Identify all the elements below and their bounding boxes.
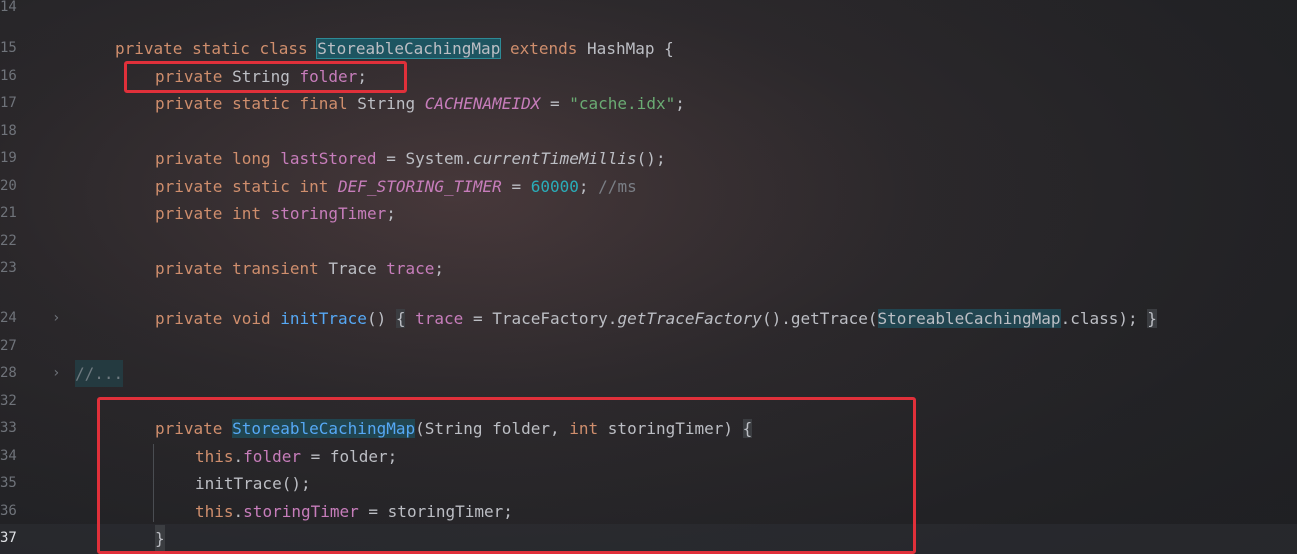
code-line-23: 23 private transient Trace trace; — [0, 255, 1297, 282]
code-line-21: 21 private int storingTimer; — [0, 200, 1297, 227]
code-line-15: 15 private static class StoreableCaching… — [0, 35, 1297, 62]
code-line-27: 27 — [0, 333, 1297, 360]
code-line-24: 24 › private void initTrace() { trace = … — [0, 305, 1297, 332]
line-number: 20 — [0, 178, 17, 194]
line-number: 34 — [0, 448, 17, 464]
line-number: 27 — [0, 338, 17, 354]
line-number: 15 — [0, 40, 17, 56]
class-name-highlight: StoreableCachingMap — [316, 38, 502, 59]
line-number: 14 — [0, 0, 17, 15]
line-number: 18 — [0, 123, 17, 139]
line-number: 22 — [0, 233, 17, 249]
folded-code-region[interactable]: //... — [75, 360, 124, 387]
code-line-22: 22 — [0, 228, 1297, 255]
code-line-20: 20 private static int DEF_STORING_TIMER … — [0, 173, 1297, 200]
line-number: 19 — [0, 150, 17, 166]
chevron-right-icon[interactable]: › — [52, 305, 60, 332]
line-number: 36 — [0, 503, 17, 519]
code-line-17: 17 private static final String CACHENAME… — [0, 90, 1297, 117]
line-number: 37 — [0, 530, 17, 546]
code-line-18: 18 — [0, 118, 1297, 145]
code-line-28: 28 › //... — [0, 360, 1297, 387]
line-number: 17 — [0, 95, 17, 111]
line-number: 23 — [0, 260, 17, 276]
line-number: 21 — [0, 205, 17, 221]
line-number: 28 — [0, 365, 17, 381]
line-number: 32 — [0, 393, 17, 409]
line-number: 33 — [0, 420, 17, 436]
code-line-14: 14 — [0, 0, 1297, 21]
chevron-right-icon[interactable]: › — [52, 360, 60, 387]
line-number: 35 — [0, 475, 17, 491]
highlight-box-folder-field — [124, 61, 407, 93]
highlight-box-constructor — [97, 397, 916, 554]
line-number: 16 — [0, 68, 17, 84]
code-line-19: 19 private long lastStored = System.curr… — [0, 145, 1297, 172]
line-number: 24 — [0, 310, 17, 326]
